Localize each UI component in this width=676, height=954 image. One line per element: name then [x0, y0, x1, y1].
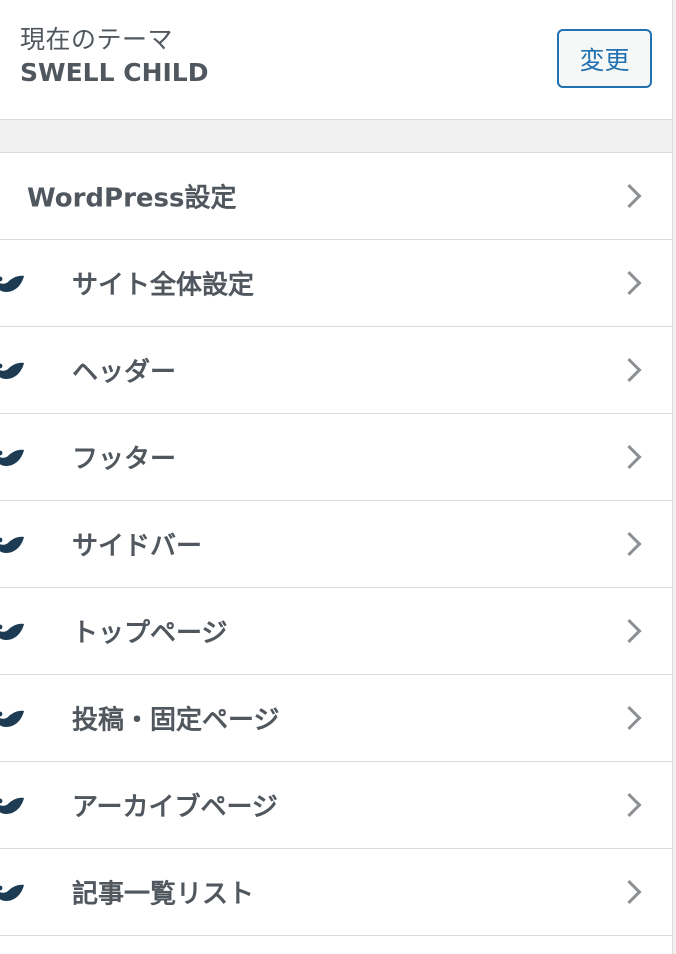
menu-item-label: トップページ	[72, 618, 228, 649]
menu-item-post-list[interactable]: 記事一覧リスト	[0, 849, 672, 936]
menu-item-label: サイト全体設定	[72, 270, 255, 301]
menu-item-label: 記事一覧リスト	[72, 879, 255, 910]
swell-brand-icon	[0, 623, 24, 640]
chevron-right-icon	[617, 705, 642, 731]
chevron-right-icon	[617, 357, 642, 383]
menu-item-label: フッター	[72, 444, 177, 475]
chevron-right-icon	[617, 270, 642, 296]
menu-item-posts-pages[interactable]: 投稿・固定ページ	[0, 675, 672, 762]
swell-brand-icon	[0, 536, 24, 553]
change-theme-button[interactable]: 変更	[557, 29, 652, 88]
chevron-right-icon	[617, 618, 642, 644]
menu-item-top-page[interactable]: トップページ	[0, 588, 672, 675]
chevron-right-icon	[617, 444, 642, 470]
swell-brand-icon	[0, 275, 24, 292]
menu-item-label: サイドバー	[72, 531, 203, 562]
menu-item-label: 投稿・固定ページ	[72, 705, 280, 736]
swell-brand-icon	[0, 710, 24, 727]
chevron-right-icon	[617, 879, 642, 905]
chevron-right-icon	[617, 183, 642, 209]
menu-item-label: ヘッダー	[72, 357, 177, 388]
menu-item-archive-page[interactable]: アーカイブページ	[0, 762, 672, 849]
section-spacer	[0, 120, 672, 153]
swell-brand-icon	[0, 884, 24, 901]
swell-brand-icon	[0, 797, 24, 814]
swell-brand-icon	[0, 449, 24, 466]
menu-item-wordpress-settings[interactable]: WordPress設定	[0, 153, 672, 240]
menu-item-footer[interactable]: フッター	[0, 414, 672, 501]
swell-brand-icon	[0, 362, 24, 379]
menu-item-sidebar[interactable]: サイドバー	[0, 501, 672, 588]
current-theme-header: 現在のテーマ SWELL CHILD 変更	[0, 0, 672, 120]
menu-item-label: WordPress設定	[27, 183, 237, 214]
chevron-right-icon	[617, 531, 642, 557]
menu-item-label: アーカイブページ	[72, 792, 278, 823]
current-theme-name: SWELL CHILD	[20, 58, 209, 87]
chevron-right-icon	[617, 792, 642, 818]
current-theme-label: 現在のテーマ	[20, 25, 174, 54]
menu-item-header[interactable]: ヘッダー	[0, 327, 672, 414]
panel-bottom	[0, 936, 672, 954]
customizer-panel: 現在のテーマ SWELL CHILD 変更 WordPress設定 サイト全体設…	[0, 0, 673, 954]
menu-item-site-settings[interactable]: サイト全体設定	[0, 240, 672, 327]
